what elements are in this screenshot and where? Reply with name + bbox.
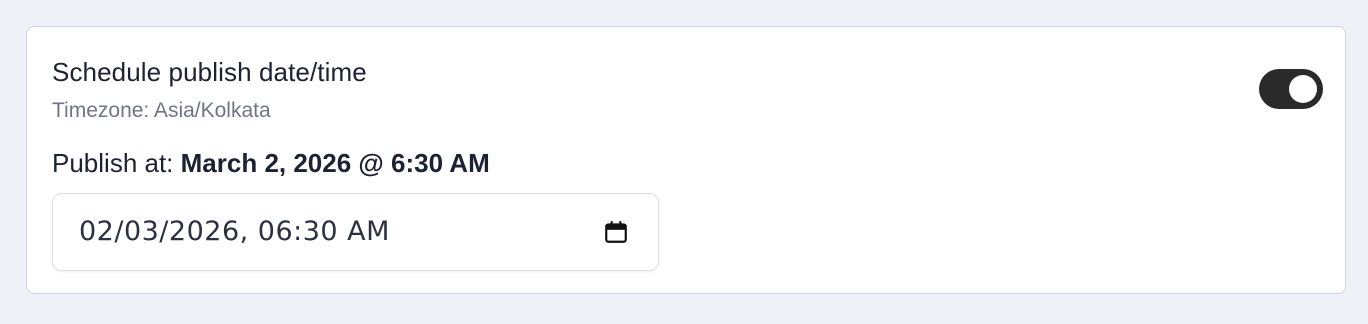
toggle-knob	[1289, 75, 1317, 103]
publish-at-summary: Publish at: March 2, 2026 @ 6:30 AM	[52, 148, 490, 179]
publish-datetime-input[interactable]: 02/03/2026, 06:30 AM	[52, 193, 659, 271]
schedule-toggle[interactable]	[1259, 69, 1323, 109]
schedule-title: Schedule publish date/time	[52, 57, 367, 87]
publish-at-value: March 2, 2026 @ 6:30 AM	[180, 148, 490, 178]
timezone-label: Timezone: Asia/Kolkata	[52, 99, 271, 122]
calendar-icon[interactable]	[603, 219, 629, 245]
datetime-value[interactable]: 02/03/2026, 06:30 AM	[79, 216, 390, 247]
schedule-publish-card: Schedule publish date/time Timezone: Asi…	[26, 26, 1346, 294]
publish-at-label: Publish at:	[52, 148, 181, 178]
